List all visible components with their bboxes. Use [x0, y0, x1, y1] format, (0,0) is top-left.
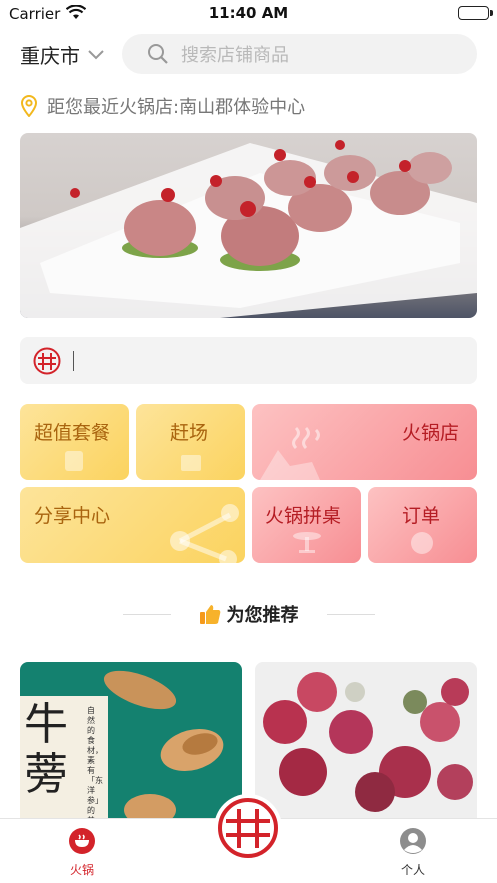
tile-orders-label: 订单	[402, 505, 441, 527]
tile-hotpot-store-label: 火锅店	[402, 422, 460, 444]
tile-hotpot-share-table[interactable]: 火锅拼桌	[252, 487, 361, 563]
tile-hotpot-store[interactable]: 火锅店	[252, 404, 477, 480]
recommend-title: 为您推荐	[226, 605, 299, 626]
tab-me[interactable]: 个人	[373, 827, 453, 878]
clock: 11:40 AM	[208, 4, 289, 22]
battery-icon	[458, 6, 493, 20]
product-card[interactable]: 牛蒡 自然的食材，素有「东洋参」的美	[20, 662, 242, 822]
hotpot-icon	[69, 828, 95, 854]
receipt-icon	[65, 451, 83, 471]
product-small-text: 自然的食材，素有「东洋参」的美	[87, 706, 103, 822]
tile-rush-label: 赶场	[170, 422, 209, 444]
tile-hotpot-share-table-label: 火锅拼桌	[265, 505, 342, 527]
table-icon	[293, 532, 321, 553]
divider	[122, 613, 171, 615]
tab-me-label: 个人	[400, 863, 425, 877]
promo-banner[interactable]	[20, 133, 477, 318]
shopping-bag-icon	[181, 455, 201, 471]
tile-orders[interactable]: 订单	[368, 487, 477, 563]
tile-value-combo-label: 超值套餐	[34, 422, 111, 444]
meatball-dish-image	[20, 140, 477, 318]
tab-hotpot-label: 火锅	[69, 863, 94, 877]
search-input[interactable]: 搜索店铺商品	[122, 34, 477, 74]
announcement-bar[interactable]	[20, 337, 477, 384]
tab-hotpot[interactable]: 火锅	[42, 827, 122, 878]
tile-share-center[interactable]: 分享中心	[20, 487, 245, 563]
tile-value-combo[interactable]: 超值套餐	[20, 404, 129, 480]
nearest-store-text: 距您最近火锅店:南山郡体验中心	[47, 97, 306, 118]
tile-share-center-label: 分享中心	[34, 505, 111, 527]
brand-logo-icon	[33, 347, 61, 374]
search-placeholder: 搜索店铺商品	[181, 45, 289, 66]
rose-buds-image	[263, 672, 473, 812]
brand-logo-icon	[218, 798, 278, 858]
orders-icon	[411, 532, 433, 554]
chevron-down-icon	[88, 49, 104, 59]
center-brand-button[interactable]	[214, 794, 282, 862]
nearest-store[interactable]: 距您最近火锅店:南山郡体验中心	[20, 93, 305, 119]
search-icon	[148, 44, 168, 64]
user-icon	[400, 828, 426, 854]
tile-rush[interactable]: 赶场	[136, 404, 245, 480]
product-big-text: 牛蒡	[24, 699, 68, 800]
location-pin-icon	[20, 95, 38, 117]
text-cursor	[73, 350, 74, 371]
top-bar: 重庆市 搜索店铺商品	[0, 32, 497, 76]
thumbs-up-icon	[199, 605, 220, 624]
share-icon	[170, 504, 239, 563]
city-selector[interactable]: 重庆市	[20, 40, 104, 69]
product-card[interactable]	[255, 662, 477, 822]
recommend-section-title: 为您推荐	[0, 600, 497, 628]
city-label: 重庆市	[20, 44, 80, 68]
status-bar: Carrier 11:40 AM	[0, 0, 497, 30]
divider	[326, 613, 375, 615]
steaming-pot-icon	[260, 426, 320, 480]
